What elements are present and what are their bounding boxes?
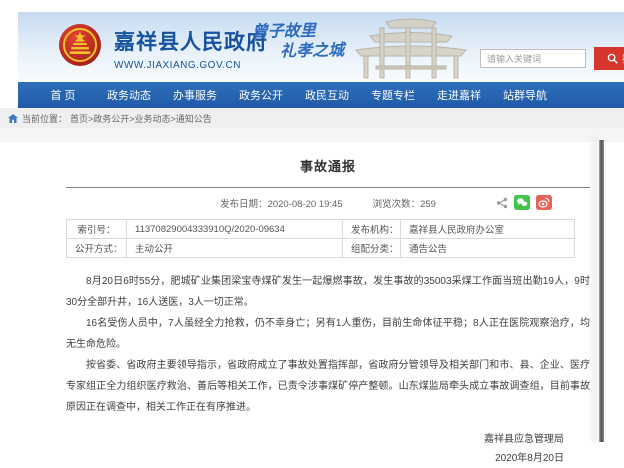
agency-value: 嘉祥县人民政府办公室 [401,220,575,239]
nav-item-disclosure[interactable]: 政务公开 [228,87,294,103]
nav-item-topics[interactable]: 专题专栏 [360,87,426,103]
weibo-share-icon[interactable] [536,195,552,210]
category-label: 组配分类： [343,239,401,258]
breadcrumb: 当前位置： 首页>政务公开>业务动态>通知公告 [0,108,624,128]
wechat-share-icon[interactable] [514,195,530,210]
site-url: WWW.JIAXIANG.GOV.CN [114,60,268,71]
method-label: 公开方式： [67,239,127,258]
title-divider [66,187,590,188]
national-emblem-logo[interactable] [58,23,102,67]
page-title: 事故通报 [66,156,590,175]
nav-item-about[interactable]: 走进嘉祥 [426,87,492,103]
paragraph-3: 按省委、省政府主要领导指示，省政府成立了事故处置指挥部，省政府分管领导及相关部门… [66,355,590,418]
site-name: 嘉祥县人民政府 [114,26,268,56]
nav-item-interaction[interactable]: 政民互动 [294,87,360,103]
index-label: 索引号： [67,220,127,239]
table-row: 公开方式： 主动公开 组配分类： 通告公告 [67,239,575,258]
article: 事故通报 发布日期：2020-08-20 19:45 浏览次数：259 [66,142,590,468]
divider-band [0,128,624,142]
nav-item-news[interactable]: 政务动态 [96,87,162,103]
search-input[interactable] [480,49,586,68]
page-edge-shadow [599,140,604,442]
search-icon [607,53,618,64]
document-info-table: 索引号： 11370829004333910Q/2020-09634 发布机构：… [66,219,575,258]
publish-date: 发布日期：2020-08-20 19:45 [220,196,343,210]
article-meta: 发布日期：2020-08-20 19:45 浏览次数：259 [66,194,590,212]
view-count-label: 浏览次数： [373,199,421,210]
signature-date: 2020年8月20日 [66,449,564,468]
index-value: 11370829004333910Q/2020-09634 [127,220,343,239]
table-row: 索引号： 11370829004333910Q/2020-09634 发布机构：… [67,220,575,239]
search-button[interactable]: 搜索 [594,47,624,70]
slogan-calligraphy: 曾子故里 礼孝之城 [252,20,345,62]
nav-item-home[interactable]: 首 页 [30,87,96,103]
agency-label: 发布机构： [343,220,401,239]
nav-item-services[interactable]: 办事服务 [162,87,228,103]
method-value: 主动公开 [127,239,343,258]
breadcrumb-path[interactable]: 首页>政务公开>业务动态>通知公告 [70,112,212,125]
slogan-line2: 礼孝之城 [280,40,344,61]
share-toolbar [496,195,552,210]
breadcrumb-label: 当前位置： [22,112,67,125]
view-count-value: 259 [420,199,436,210]
article-body: 8月20日6时55分，肥城矿业集团梁宝寺煤矿发生一起爆燃事故，发生事故的3500… [66,271,590,418]
site-title-block[interactable]: 嘉祥县人民政府 WWW.JIAXIANG.GOV.CN [114,26,268,71]
view-count: 浏览次数：259 [373,196,436,210]
site-header: 嘉祥县人民政府 WWW.JIAXIANG.GOV.CN 曾子故里 礼孝之城 [18,12,624,82]
paragraph-1: 8月20日6时55分，肥城矿业集团梁宝寺煤矿发生一起爆燃事故，发生事故的3500… [66,271,590,313]
main-nav: 首 页 政务动态 办事服务 政务公开 政民互动 专题专栏 走进嘉祥 站群导航 [18,82,624,108]
share-icon[interactable] [496,197,508,209]
publish-date-label: 发布日期： [220,199,268,210]
archway-photo [336,12,486,87]
category-value: 通告公告 [401,239,575,258]
home-icon [8,114,18,123]
slogan-line1: 曾子故里 [252,20,344,42]
publish-date-value: 2020-08-20 19:45 [268,199,343,210]
nav-item-site-map[interactable]: 站群导航 [492,87,558,103]
signature-block: 嘉祥县应急管理局 2020年8月20日 [66,430,590,468]
paragraph-2: 16名受伤人员中，7人虽经全力抢救，仍不幸身亡；另有1人重伤，目前生命体征平稳；… [66,313,590,355]
signature-org: 嘉祥县应急管理局 [66,430,564,449]
